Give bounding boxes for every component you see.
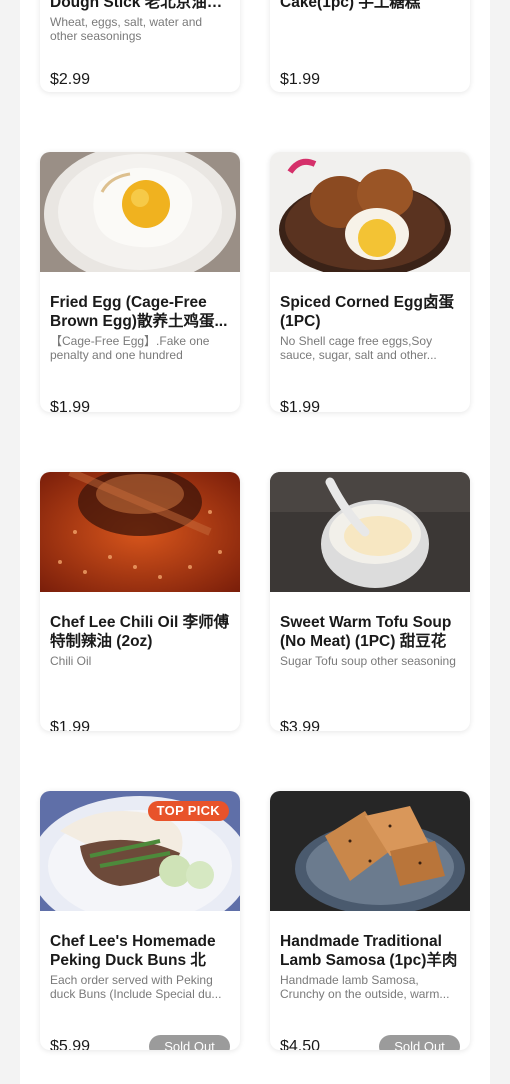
product-title: Dough Stick 老北京油条...	[50, 0, 230, 11]
product-description: 【Cage-Free Egg】.Fake one penalty and one…	[50, 334, 210, 362]
top-pick-badge: TOP PICK	[147, 801, 229, 821]
product-description: Chili Oil	[50, 654, 92, 668]
product-price: $1.99	[50, 719, 91, 731]
product-price: $5.99	[50, 1038, 91, 1050]
product-card-cake[interactable]: Cake(1pc) 手工糖糕 $1.99	[270, 0, 470, 92]
product-card-tofu-soup[interactable]: Sweet Warm Tofu Soup (No Meat) (1PC) 甜豆花…	[270, 472, 470, 731]
product-card-lamb-samosa[interactable]: Handmade Traditional Lamb Samosa (1pc)羊肉…	[270, 791, 470, 1050]
product-price: $1.99	[50, 399, 91, 412]
sold-out-badge: Sold Out	[379, 1035, 460, 1050]
samosa-image	[270, 791, 470, 911]
marinated-egg-image	[270, 152, 470, 272]
fried-egg-image	[40, 152, 240, 272]
product-description: Sugar Tofu soup other seasoning	[280, 654, 456, 668]
product-description: No Shell cage free eggs,Soy sauce, sugar…	[280, 334, 437, 362]
product-title: Spiced Corned Egg卤蛋 (1PC)	[280, 294, 454, 330]
product-card-fried-egg[interactable]: Fried Egg (Cage-Free Brown Egg)散养土鸡蛋... …	[40, 152, 240, 412]
menu-page: Dough Stick 老北京油条... Wheat, eggs, salt, …	[20, 0, 490, 1084]
product-card-corned-egg[interactable]: Spiced Corned Egg卤蛋 (1PC) No Shell cage …	[270, 152, 470, 412]
chili-oil-image	[40, 472, 240, 592]
product-price: $2.99	[50, 71, 91, 88]
product-price: $4.50	[280, 1038, 321, 1050]
product-description: Handmade lamb Samosa, Crunchy on the out…	[280, 973, 450, 1001]
product-price: $3.99	[280, 719, 321, 731]
product-title: Handmade Traditional Lamb Samosa (1pc)羊肉…	[280, 933, 458, 969]
product-title: Chef Lee Chili Oil 李师傅特制辣油 (2oz)	[50, 614, 230, 650]
product-description: Wheat, eggs, salt, water and other seaso…	[50, 15, 203, 43]
product-card-duck-buns[interactable]: TOP PICK Chef Lee's Homemade Peking Duck…	[40, 791, 240, 1050]
product-card-dough-stick[interactable]: Dough Stick 老北京油条... Wheat, eggs, salt, …	[40, 0, 240, 92]
product-title: Cake(1pc) 手工糖糕	[280, 0, 421, 11]
duck-bun-image: TOP PICK	[40, 791, 240, 911]
product-description: Each order served with Peking duck Buns …	[50, 973, 222, 1001]
product-card-chili-oil[interactable]: Chef Lee Chili Oil 李师傅特制辣油 (2oz) Chili O…	[40, 472, 240, 731]
product-title: Sweet Warm Tofu Soup (No Meat) (1PC) 甜豆花	[280, 614, 452, 650]
product-title: Chef Lee's Homemade Peking Duck Buns 北京.…	[50, 933, 216, 969]
product-title: Fried Egg (Cage-Free Brown Egg)散养土鸡蛋...	[50, 294, 228, 330]
sold-out-badge: Sold Out	[149, 1035, 230, 1050]
tofu-soup-image	[270, 472, 470, 592]
product-price: $1.99	[280, 71, 321, 88]
product-price: $1.99	[280, 399, 321, 412]
